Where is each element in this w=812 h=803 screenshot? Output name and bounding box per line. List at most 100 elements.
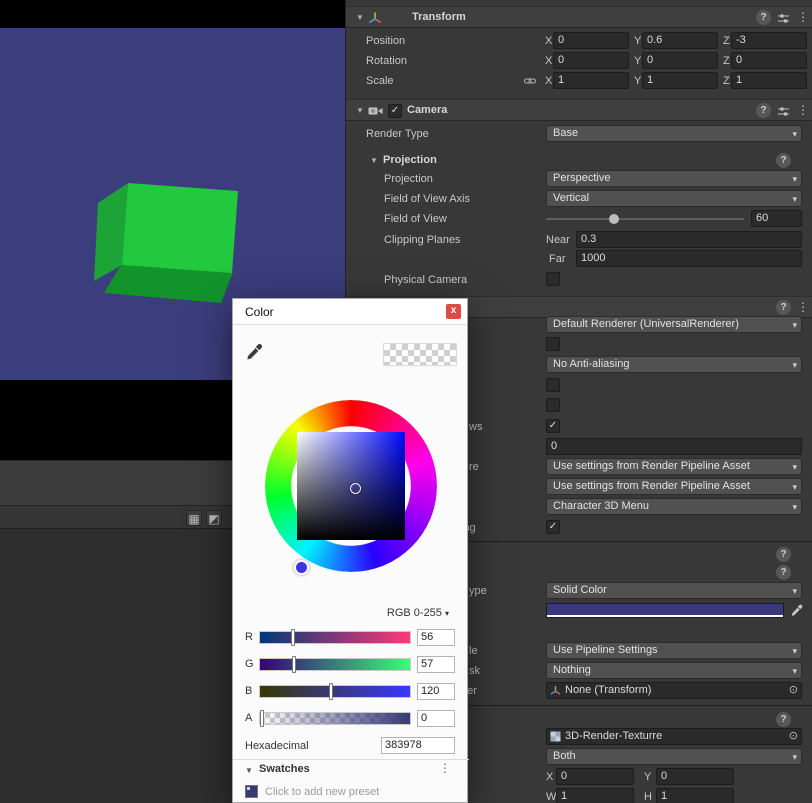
hexadecimal-field[interactable]: 383978 [381,737,455,754]
g-channel-field[interactable]: 57 [417,656,455,673]
add-preset-hint[interactable]: Click to add new preset [265,786,379,798]
foldout-arrow-icon[interactable]: ▼ [356,106,364,115]
output-texture-object-field[interactable]: 3D-Render-Texturre ⊙ [546,728,802,745]
green-cube[interactable] [88,153,248,313]
slider-thumb[interactable] [291,629,295,646]
slider-thumb[interactable] [260,710,264,727]
slider-thumb[interactable] [292,656,296,673]
chevron-down-icon: ▾ [792,174,797,184]
projection-section-row[interactable]: ▼ Projection ? [346,150,812,170]
rendering-checkbox[interactable] [546,337,560,351]
color-mode-dropdown[interactable]: RGB 0-255 ▾ [343,607,449,619]
object-picker-icon[interactable]: ⊙ [789,683,798,698]
color-preview-swatch [383,343,457,366]
transform-title: Transform [412,11,466,23]
shadows-label-fragment: ws [469,421,483,433]
more-menu-icon[interactable]: ⋮ [797,10,809,24]
object-picker-icon[interactable]: ⊙ [789,729,798,744]
transform-header[interactable]: ▼ Transform ? ⋮ [346,6,812,28]
camera-enabled-checkbox[interactable]: ✓ [388,104,402,118]
help-icon[interactable]: ? [776,300,791,315]
r-channel-slider[interactable] [259,629,411,646]
render-type-dropdown[interactable]: Base ▾ [546,125,802,142]
link-icon[interactable] [524,77,536,85]
pipeline-setting-dropdown[interactable]: Use settings from Render Pipeline Asset … [546,478,802,495]
eyedropper-icon[interactable] [790,604,803,617]
sv-indicator[interactable] [350,483,361,494]
b-channel-field[interactable]: 120 [417,683,455,700]
hue-indicator[interactable] [294,560,309,575]
eyedropper-icon[interactable] [245,343,263,361]
priority-field[interactable]: 0 [546,438,802,455]
presets-icon[interactable] [777,105,790,118]
r-channel-field[interactable]: 56 [417,629,455,646]
scale-x-field[interactable]: 1 [553,72,629,89]
viewport-w-field[interactable]: 1 [556,788,634,803]
rendering-checkbox[interactable] [546,378,560,392]
projection-dropdown[interactable]: Perspective ▾ [546,170,802,187]
a-channel-slider[interactable] [259,710,411,727]
position-x-field[interactable]: 0 [553,32,629,49]
position-z-field[interactable]: -3 [731,32,807,49]
culling-mask-dropdown[interactable]: Character 3D Menu ▾ [546,498,802,515]
more-menu-icon[interactable]: ⋮ [797,300,809,314]
more-menu-icon[interactable]: ⋮ [439,761,451,775]
b-channel-slider[interactable] [259,683,411,700]
slider-thumb[interactable] [329,683,333,700]
help-icon[interactable]: ? [756,103,771,118]
fov-value-field[interactable]: 60 [751,210,802,227]
rotation-x-field[interactable]: 0 [553,52,629,69]
swatches-label[interactable]: Swatches [259,763,310,775]
scale-z-field[interactable]: 1 [731,72,807,89]
projection-section-label: Projection [383,154,437,166]
help-icon[interactable]: ? [776,547,791,562]
g-channel-slider[interactable] [259,656,411,673]
rotation-z-field[interactable]: 0 [731,52,807,69]
viewport-y-field[interactable]: 0 [656,768,734,785]
w-axis-label: W [546,791,557,803]
presets-icon[interactable] [777,12,790,25]
near-field[interactable]: 0.3 [576,231,802,248]
scale-y-field[interactable]: 1 [642,72,718,89]
foldout-arrow-icon[interactable]: ▼ [245,766,253,775]
rendering-checkbox[interactable] [546,398,560,412]
fov-slider[interactable] [546,214,744,224]
fov-axis-dropdown[interactable]: Vertical ▾ [546,190,802,207]
antialiasing-dropdown[interactable]: No Anti-aliasing ▾ [546,356,802,373]
viewport-x-field[interactable]: 0 [556,768,634,785]
b-channel-label: B [245,685,253,697]
fov-slider-thumb[interactable] [609,214,619,224]
foldout-arrow-icon[interactable]: ▼ [356,13,364,22]
grid-view-icon[interactable]: ▦ [186,510,202,526]
render-type-row: Render Type Base ▾ [346,124,812,144]
help-icon[interactable]: ? [756,10,771,25]
position-y-field[interactable]: 0.6 [642,32,718,49]
far-field[interactable]: 1000 [576,250,802,267]
close-icon[interactable]: x [446,304,461,319]
a-channel-field[interactable]: 0 [417,710,455,727]
viewport-h-field[interactable]: 1 [656,788,734,803]
volume-mask-dropdown[interactable]: Nothing ▾ [546,662,802,679]
help-icon[interactable]: ? [776,712,791,727]
help-icon[interactable]: ? [776,153,791,168]
pipeline-setting-dropdown[interactable]: Use settings from Render Pipeline Asset … [546,458,802,475]
more-menu-icon[interactable]: ⋮ [797,103,809,117]
rotation-y-field[interactable]: 0 [642,52,718,69]
volume-trigger-object-field[interactable]: None (Transform) ⊙ [546,682,802,699]
chevron-down-icon: ▾ [792,129,797,139]
target-eye-dropdown[interactable]: Both ▾ [546,748,802,765]
foldout-arrow-icon[interactable]: ▼ [370,156,378,165]
help-icon[interactable]: ? [776,565,791,580]
renderer-dropdown[interactable]: Default Renderer (UniversalRenderer) ▾ [546,316,802,333]
shadows-checkbox[interactable]: ✓ [546,419,560,433]
split-view-icon[interactable]: ◩ [206,510,222,526]
chevron-down-icon: ▾ [792,752,797,762]
volume-mode-dropdown[interactable]: Use Pipeline Settings ▾ [546,642,802,659]
background-color-swatch[interactable] [546,603,784,618]
occlusion-checkbox[interactable]: ✓ [546,520,560,534]
color-window-titlebar[interactable]: Color x [233,299,467,325]
physical-camera-checkbox[interactable] [546,272,560,286]
camera-header[interactable]: ▼ ✓ Camera ? ⋮ [346,99,812,121]
preset-swatch[interactable] [245,785,258,798]
background-type-dropdown[interactable]: Solid Color ▾ [546,582,802,599]
